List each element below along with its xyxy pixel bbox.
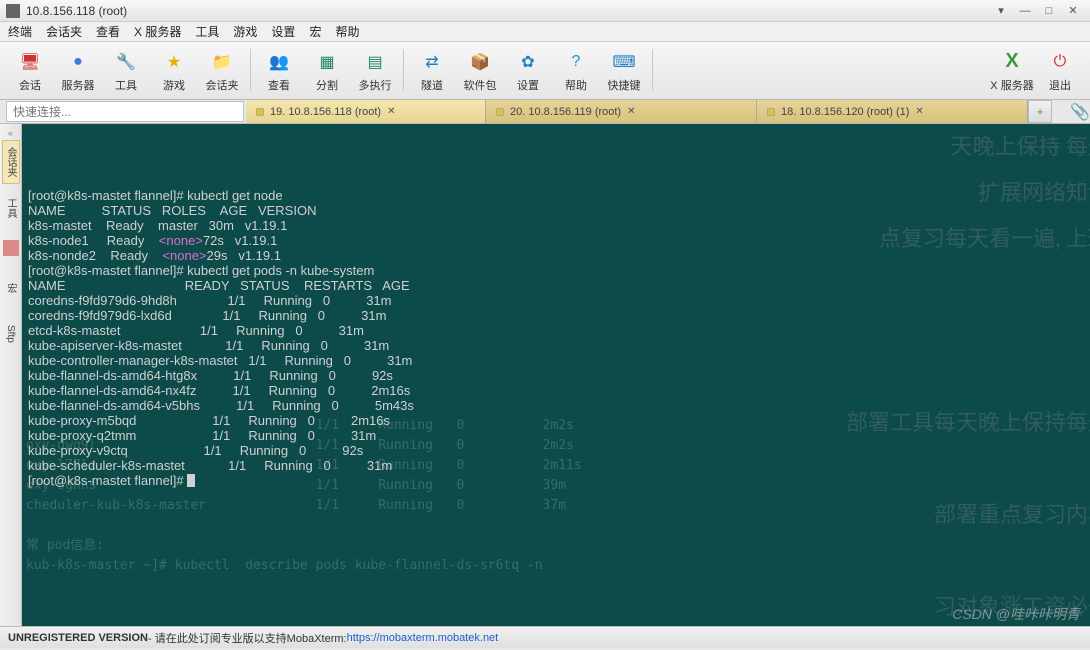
toolbar-帮助[interactable]: ?帮助 <box>552 49 600 93</box>
x-icon: X <box>999 49 1025 75</box>
close-tab-icon[interactable]: ✕ <box>627 106 635 117</box>
menu-help[interactable]: 帮助 <box>335 23 359 40</box>
quick-connect-input[interactable] <box>6 101 244 122</box>
menu-xserver[interactable]: X 服务器 <box>134 23 181 40</box>
设置-icon: ✿ <box>515 49 541 75</box>
隧道-icon: ⇄ <box>419 49 445 75</box>
sidebar-macros[interactable]: 宏 <box>2 266 20 310</box>
xserver-button[interactable]: X X 服务器 <box>988 49 1036 93</box>
sidebar: « 会话夹 工具 宏 Sftp <box>0 124 22 626</box>
sidebar-tools[interactable]: 工具 <box>2 186 20 230</box>
tab[interactable]: 20. 10.8.156.119 (root)✕ <box>486 100 757 123</box>
toolbar-游戏[interactable]: ★游戏 <box>150 49 198 93</box>
power-icon: ⏻ <box>1047 49 1073 75</box>
toolbar-分割[interactable]: ▦分割 <box>303 49 351 93</box>
menu-settings[interactable]: 设置 <box>271 23 295 40</box>
toolbar-多执行[interactable]: ▤多执行 <box>351 49 399 93</box>
toolbar-会话[interactable]: 🖥会话 <box>6 49 54 93</box>
menu-macros[interactable]: 宏 <box>309 23 321 40</box>
exit-button[interactable]: ⏻ 退出 <box>1036 49 1084 93</box>
close-tab-icon[interactable]: ✕ <box>915 106 923 117</box>
close-button[interactable]: ✕ <box>1062 4 1084 18</box>
软件包-icon: 📦 <box>467 49 493 75</box>
pencil-icon[interactable] <box>3 240 19 256</box>
会话-icon: 🖥 <box>17 49 43 75</box>
lightning-icon <box>496 108 504 116</box>
服务器-icon: ● <box>65 49 91 75</box>
toolbar-工具[interactable]: 🔧工具 <box>102 49 150 93</box>
menu-sessions[interactable]: 会话夹 <box>46 23 82 40</box>
new-tab-button[interactable]: + <box>1028 100 1052 123</box>
帮助-icon: ? <box>563 49 589 75</box>
titlebar: 10.8.156.118 (root) ▾ — □ ✕ <box>0 0 1090 22</box>
menu-games[interactable]: 游戏 <box>233 23 257 40</box>
分割-icon: ▦ <box>314 49 340 75</box>
toolbar-设置[interactable]: ✿设置 <box>504 49 552 93</box>
status-text: - 请在此处订阅专业版以支持MobaXterm: <box>148 630 347 646</box>
toolbar-服务器[interactable]: ●服务器 <box>54 49 102 93</box>
tab[interactable]: 18. 10.8.156.120 (root) (1)✕ <box>757 100 1028 123</box>
工具-icon: 🔧 <box>113 49 139 75</box>
menu-tools[interactable]: 工具 <box>195 23 219 40</box>
attach-icon[interactable]: 📎 <box>1070 100 1090 123</box>
unregistered-label: UNREGISTERED VERSION <box>8 632 148 644</box>
status-link[interactable]: https://mobaxterm.mobatek.net <box>347 632 499 644</box>
查看-icon: 👥 <box>266 49 292 75</box>
quickbar: 19. 10.8.156.118 (root)✕20. 10.8.156.119… <box>0 100 1090 124</box>
toolbar-快捷键[interactable]: ⌨快捷键 <box>600 49 648 93</box>
menubar: 终端 会话夹 查看 X 服务器 工具 游戏 设置 宏 帮助 <box>0 22 1090 42</box>
lightning-icon <box>767 108 775 116</box>
sidebar-sftp[interactable]: Sftp <box>2 312 20 356</box>
statusbar: UNREGISTERED VERSION - 请在此处订阅专业版以支持MobaX… <box>0 626 1090 648</box>
menu-terminal[interactable]: 终端 <box>8 23 32 40</box>
toolbar: 🖥会话●服务器🔧工具★游戏📁会话夹👥查看▦分割▤多执行⇄隧道📦软件包✿设置?帮助… <box>0 42 1090 100</box>
sidebar-sessions[interactable]: 会话夹 <box>2 140 20 184</box>
minimize-button[interactable]: — <box>1014 4 1036 18</box>
快捷键-icon: ⌨ <box>611 49 637 75</box>
close-tab-icon[interactable]: ✕ <box>387 106 395 117</box>
menu-view[interactable]: 查看 <box>96 23 120 40</box>
多执行-icon: ▤ <box>362 49 388 75</box>
tabbar: 19. 10.8.156.118 (root)✕20. 10.8.156.119… <box>246 100 1028 123</box>
csdn-watermark: CSDN @哇咔咔明青 <box>952 604 1080 624</box>
terminal[interactable]: 天晚上保持 每天扩展网络知识点复习每天看一遍, 上班 部署工具每天晚上保持每天 … <box>22 124 1090 626</box>
tab[interactable]: 19. 10.8.156.118 (root)✕ <box>246 100 486 123</box>
lightning-icon <box>256 108 264 116</box>
toolbar-会话夹[interactable]: 📁会话夹 <box>198 49 246 93</box>
游戏-icon: ★ <box>161 49 187 75</box>
toolbar-查看[interactable]: 👥查看 <box>255 49 303 93</box>
chevron-icon[interactable]: « <box>8 128 13 138</box>
dropdown-icon[interactable]: ▾ <box>990 4 1012 18</box>
会话夹-icon: 📁 <box>209 49 235 75</box>
toolbar-软件包[interactable]: 📦软件包 <box>456 49 504 93</box>
terminal-output: [root@k8s-mastet flannel]# kubectl get n… <box>28 188 1084 488</box>
maximize-button[interactable]: □ <box>1038 4 1060 18</box>
app-icon <box>6 4 20 18</box>
window-title: 10.8.156.118 (root) <box>26 4 127 18</box>
toolbar-隧道[interactable]: ⇄隧道 <box>408 49 456 93</box>
